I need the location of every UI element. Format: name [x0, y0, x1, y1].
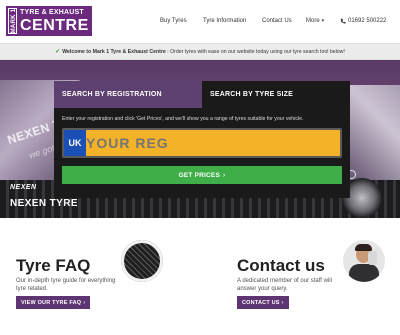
nav-more-label: More [306, 18, 320, 24]
search-panel: Enter your registration and click 'Get P… [54, 108, 350, 198]
caret-down-icon: ▾ [321, 18, 325, 24]
welcome-bar: ✔ Welcome to Mark 1 Tyre & Exhaust Centr… [0, 43, 400, 60]
get-prices-button[interactable]: GET PRICES › [62, 166, 342, 184]
logo-side-box: MARK 1 [8, 8, 17, 34]
contact-description: A dedicated member of our staff will ans… [237, 278, 332, 292]
check-icon: ✔ [55, 49, 61, 55]
logo-side-text: MARK 1 [11, 8, 17, 34]
plate-country-band: UK [64, 130, 86, 156]
site-logo[interactable]: MARK 1 TYRE & EXHAUST CENTRE [6, 6, 92, 36]
get-prices-label: GET PRICES [178, 171, 220, 179]
site-header: MARK 1 TYRE & EXHAUST CENTRE Buy Tyres T… [0, 0, 400, 43]
registration-input[interactable] [86, 130, 340, 156]
tab-search-by-tyre-size[interactable]: SEARCH BY TYRE SIZE [202, 81, 350, 108]
tab-search-by-registration[interactable]: SEARCH BY REGISTRATION [54, 81, 202, 108]
phone-number: 01692 500222 [348, 18, 387, 24]
welcome-text: : Order tyres with ease on our website t… [165, 48, 345, 55]
reg-plate: UK [62, 128, 342, 158]
nav-more[interactable]: More ▾ [306, 18, 324, 24]
phone-icon [340, 18, 346, 24]
logo-top-text: TYRE & EXHAUST [20, 9, 84, 16]
nav-tyre-information[interactable]: Tyre Information [203, 18, 246, 24]
faq-description: Our in-depth tyre guide for everything t… [16, 278, 116, 292]
welcome-bold-text: Welcome to Mark 1 Tyre & Exhaust Centre [62, 48, 166, 55]
logo-main-text: CENTRE [20, 17, 89, 34]
nexen-logo: NEXEN [10, 184, 37, 191]
nav-phone[interactable]: 01692 500222 [340, 18, 386, 24]
view-tyre-faq-button[interactable]: VIEW OUR TYRE FAQ › [16, 296, 91, 309]
tyre-image [121, 240, 163, 282]
nav-buy-tyres[interactable]: Buy Tyres [160, 18, 187, 24]
tyre-search-widget: SEARCH BY REGISTRATION SEARCH BY TYRE SI… [54, 81, 350, 198]
search-instructions: Enter your registration and click 'Get P… [62, 116, 304, 122]
chevron-right-icon: › [83, 299, 86, 306]
nexen-brand-name: NEXEN TYRE [10, 198, 78, 209]
faq-title: Tyre FAQ [16, 256, 91, 275]
nav-contact-us[interactable]: Contact Us [262, 18, 292, 24]
staff-avatar [343, 240, 385, 282]
avatar-glove [368, 251, 377, 265]
contact-title: Contact us [237, 256, 325, 275]
chevron-right-icon: › [223, 171, 226, 179]
avatar-hair [355, 244, 372, 251]
view-tyre-faq-label: VIEW OUR TYRE FAQ [21, 299, 82, 306]
contact-us-button[interactable]: CONTACT US › [237, 296, 289, 309]
avatar-body [349, 264, 379, 282]
chevron-right-icon: › [281, 299, 284, 306]
contact-us-label: CONTACT US [242, 299, 280, 306]
